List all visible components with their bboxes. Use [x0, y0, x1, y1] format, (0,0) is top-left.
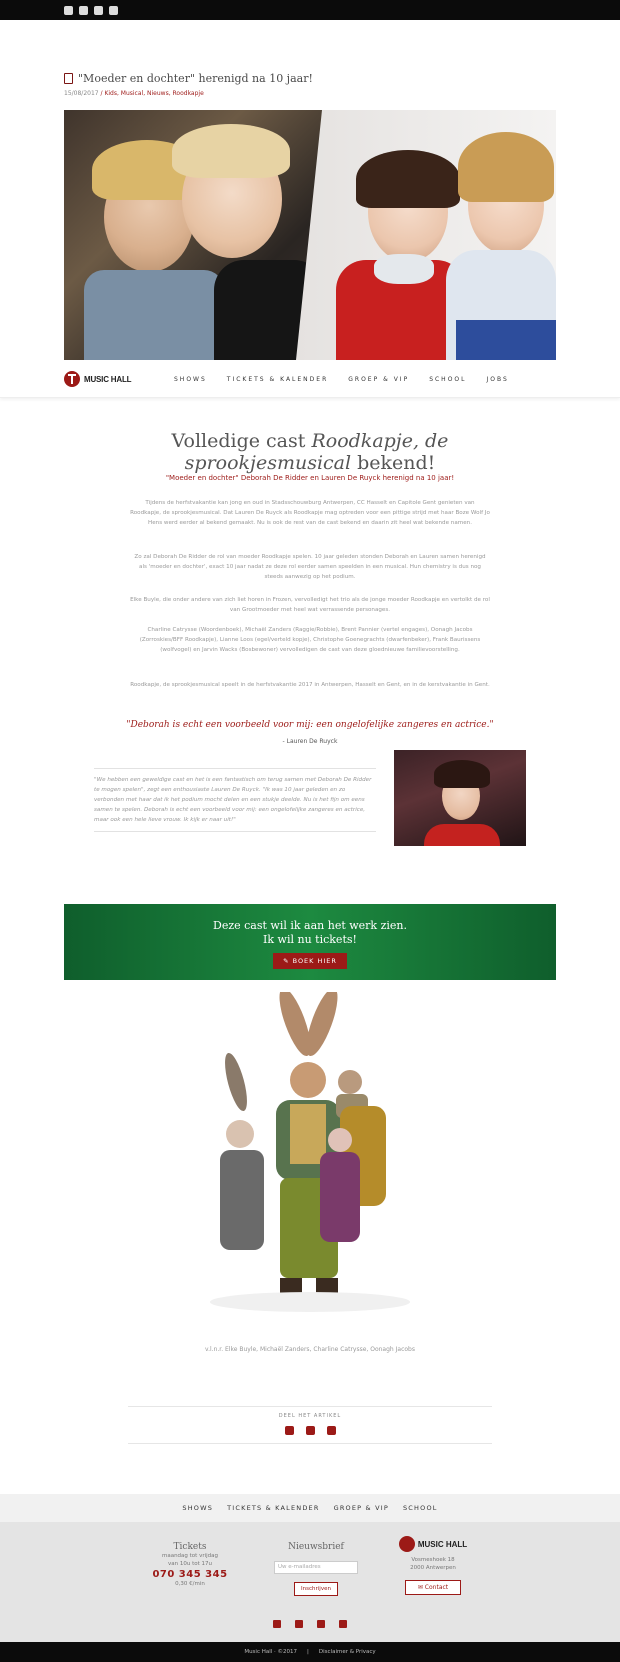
cast-caption: v.l.n.r. Elke Buyle, Michaël Zanders, Ch… — [205, 1346, 415, 1353]
nav-links: SHOWS TICKETS & KALENDER GROEP & VIP SCH… — [174, 376, 509, 383]
nav-item-shows[interactable]: SHOWS — [174, 376, 207, 383]
cast-photo — [210, 992, 410, 1312]
footer-tickets-hours: maandag tot vrijdag — [161, 1553, 219, 1559]
music-hall-logo-icon — [64, 371, 80, 387]
twitter-icon[interactable] — [295, 1620, 303, 1628]
lauren-photo — [394, 750, 526, 846]
page-subheadline: "Moeder en dochter" Deborah De Ridder en… — [165, 474, 455, 482]
paragraph-2: Zo zal Deborah De Ridder de rol van moed… — [134, 554, 486, 580]
paragraph-3: Elke Buyle, die onder andere van zich li… — [130, 597, 490, 613]
footer-nav-shows[interactable]: SHOWS — [182, 1504, 213, 1512]
article-categories[interactable]: Kids, Musical, Nieuws, Roodkapje — [104, 90, 203, 97]
footer-phone[interactable]: 070 345 345 — [140, 1569, 240, 1580]
paragraph-1: Tijdens de herfstvakantie kan jong en ou… — [130, 500, 490, 526]
footer-address-2: 2000 Antwerpen — [410, 1565, 456, 1571]
footer-contact: MUSIC HALL Vosmeshoek 18 2000 Antwerpen … — [388, 1536, 478, 1595]
document-icon — [64, 73, 73, 84]
footer-newsletter-title: Nieuwsbrief — [288, 1542, 344, 1552]
footer-social — [0, 1620, 620, 1628]
nav-item-jobs[interactable]: JOBS — [487, 376, 509, 383]
nav-item-school[interactable]: SCHOOL — [429, 376, 466, 383]
article-date: 15/08/2017 — [64, 90, 99, 97]
footer-nav-tickets[interactable]: TICKETS & KALENDER — [227, 1504, 320, 1512]
footer-tickets: Tickets maandag tot vrijdag van 10u tot … — [140, 1542, 240, 1588]
nav-item-tickets[interactable]: TICKETS & KALENDER — [227, 376, 328, 383]
mail-icon[interactable] — [326, 1426, 336, 1435]
youtube-icon[interactable] — [339, 1620, 347, 1628]
footer-nav-groep[interactable]: GROEP & VIP — [334, 1504, 389, 1512]
footer-logo[interactable]: MUSIC HALL — [388, 1536, 478, 1552]
top-social-bar — [0, 0, 620, 20]
footer-nav-school[interactable]: SCHOOL — [403, 1504, 438, 1512]
pull-quote-author: - Lauren De Ruyck — [282, 738, 338, 745]
quote-box: "We hebben een geweldige cast en het is … — [94, 768, 376, 832]
contact-button[interactable]: ✉ Contact — [404, 1580, 462, 1595]
article-header: "Moeder en dochter" herenigd na 10 jaar!… — [64, 72, 556, 97]
bottom-bar: Music Hall · ©2017 | Disclaimer & Privac… — [0, 1642, 620, 1662]
disclaimer-link[interactable]: Disclaimer & Privacy — [319, 1649, 376, 1655]
facebook-icon[interactable] — [273, 1620, 281, 1628]
instagram-icon[interactable] — [94, 5, 103, 15]
cta-line-1: Deze cast wil ik aan het werk zien. — [213, 919, 407, 932]
book-here-button[interactable]: ✎ BOEK HIER — [273, 953, 347, 969]
cta-banner: Deze cast wil ik aan het werk zien. Ik w… — [64, 904, 556, 980]
paragraph-4: Charline Catrysse (Woordenboek), Michaël… — [139, 627, 481, 653]
footer-tickets-hours2: van 10u tot 17u — [167, 1561, 212, 1567]
twitter-icon[interactable] — [79, 5, 88, 15]
page-headline: Volledige cast Roodkapje, de sprookjesmu… — [171, 430, 449, 474]
share-section: DEEL HET ARTIKEL — [128, 1406, 492, 1444]
share-icons — [128, 1426, 492, 1435]
article-title-text: "Moeder en dochter" herenigd na 10 jaar! — [78, 72, 313, 85]
footer-address-1: Vosmeshoek 18 — [411, 1557, 455, 1563]
article-title: "Moeder en dochter" herenigd na 10 jaar! — [64, 72, 556, 85]
hero-image — [64, 110, 556, 360]
cta-line-2: Ik wil nu tickets! — [263, 933, 357, 946]
footer-newsletter: Nieuwsbrief Uw e-mailadres Inschrijven — [266, 1542, 366, 1596]
copyright: Music Hall · ©2017 — [244, 1649, 298, 1655]
linkedin-icon[interactable] — [305, 1426, 315, 1435]
music-hall-logo-icon — [398, 1536, 415, 1552]
hero-photo-right — [296, 110, 556, 360]
paragraph-5: Roodkapje, de sprookjesmusical speelt in… — [130, 682, 490, 688]
youtube-icon[interactable] — [109, 5, 118, 15]
newsletter-email-input[interactable]: Uw e-mailadres — [274, 1561, 358, 1574]
pull-quote: "Deborah is echt een voorbeeld voor mij:… — [126, 720, 494, 730]
main-navbar: MUSIC HALL SHOWS TICKETS & KALENDER GROE… — [0, 360, 620, 398]
footer-nav: SHOWS TICKETS & KALENDER GROEP & VIP SCH… — [0, 1494, 620, 1522]
facebook-icon[interactable] — [284, 1426, 294, 1435]
music-hall-logo[interactable]: MUSIC HALL — [64, 371, 132, 387]
nav-item-groep[interactable]: GROEP & VIP — [348, 376, 409, 383]
hero-photo-left — [64, 110, 326, 360]
instagram-icon[interactable] — [317, 1620, 325, 1628]
article-meta: 15/08/2017 / Kids, Musical, Nieuws, Rood… — [64, 90, 204, 97]
facebook-icon[interactable] — [64, 5, 73, 15]
newsletter-subscribe-button[interactable]: Inschrijven — [294, 1582, 338, 1596]
bottom-separator: | — [307, 1649, 309, 1655]
share-label: DEEL HET ARTIKEL — [278, 1413, 342, 1419]
footer-phone-note: 0,30 €/min — [175, 1581, 205, 1587]
footer-tickets-title: Tickets — [173, 1542, 207, 1552]
